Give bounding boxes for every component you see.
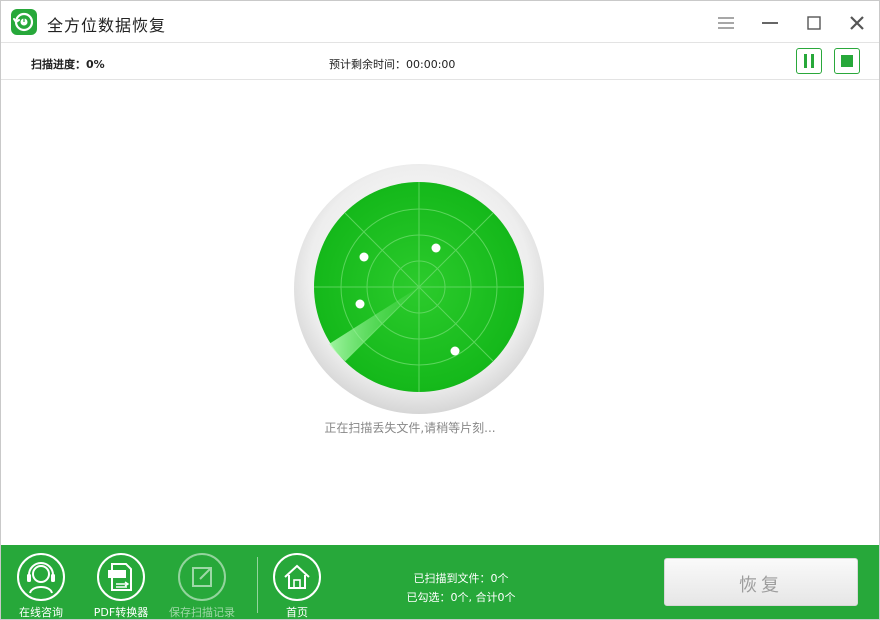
scan-status-bar: 扫描进度：0% 预计剩余时间：00:00:00 bbox=[1, 44, 879, 80]
scanned-files-count: 已扫描到文件：0个 bbox=[361, 569, 561, 588]
stop-icon bbox=[835, 49, 859, 73]
home-icon bbox=[275, 555, 319, 599]
pdf-converter-button[interactable]: PDF转换器 bbox=[86, 553, 156, 619]
menu-button[interactable] bbox=[711, 9, 741, 37]
footer-button-label: 首页 bbox=[254, 604, 340, 620]
remaining-time-label: 预计剩余时间：00:00:00 bbox=[329, 56, 455, 72]
app-title: 全方位数据恢复 bbox=[47, 12, 166, 36]
scan-radar bbox=[293, 163, 545, 419]
scanning-message: 正在扫描丢失文件,请稍等片刻... bbox=[1, 419, 819, 436]
maximize-icon bbox=[799, 9, 829, 37]
radar-blip bbox=[356, 300, 365, 309]
home-button[interactable]: 首页 bbox=[262, 553, 332, 619]
minimize-icon bbox=[755, 9, 785, 37]
footer-button-label: 在线咨询 bbox=[0, 604, 84, 620]
stop-button[interactable] bbox=[834, 48, 860, 74]
app-logo-icon bbox=[11, 9, 37, 35]
minimize-button[interactable] bbox=[755, 9, 785, 37]
online-consult-ring bbox=[17, 553, 65, 601]
pause-icon bbox=[797, 49, 821, 73]
save-export-icon bbox=[180, 555, 224, 599]
home-ring bbox=[273, 553, 321, 601]
footer-toolbar: 在线咨询 PDF转换器 保存扫描记录 bbox=[1, 545, 879, 620]
maximize-button[interactable] bbox=[799, 9, 829, 37]
selected-files-summary: 已勾选：0个, 合计0个 bbox=[361, 588, 561, 607]
online-consult-button[interactable]: 在线咨询 bbox=[6, 553, 76, 619]
save-scan-record-ring bbox=[178, 553, 226, 601]
close-button[interactable] bbox=[842, 9, 872, 37]
close-icon bbox=[842, 9, 872, 37]
title-bar: 全方位数据恢复 bbox=[1, 1, 879, 43]
pdf-converter-ring bbox=[97, 553, 145, 601]
footer-button-label: PDF转换器 bbox=[78, 604, 164, 620]
save-scan-record-button[interactable]: 保存扫描记录 bbox=[167, 553, 237, 619]
recover-button-label: 恢复 bbox=[665, 571, 857, 597]
radar-blip bbox=[451, 347, 460, 356]
scan-progress-label: 扫描进度：0% bbox=[31, 56, 105, 72]
scan-summary: 已扫描到文件：0个 已勾选：0个, 合计0个 bbox=[361, 569, 561, 607]
recover-button[interactable]: 恢复 bbox=[664, 558, 858, 606]
radar-blip bbox=[360, 253, 369, 262]
footer-button-label: 保存扫描记录 bbox=[159, 604, 245, 620]
app-window: 全方位数据恢复 扫描进度：0% 预计剩余时间：00:00:00 bbox=[0, 0, 880, 620]
menu-icon bbox=[711, 9, 741, 37]
headset-icon bbox=[19, 555, 63, 599]
pdf-icon bbox=[99, 555, 143, 599]
radar-graphic bbox=[293, 163, 545, 415]
radar-blip bbox=[432, 244, 441, 253]
pause-button[interactable] bbox=[796, 48, 822, 74]
